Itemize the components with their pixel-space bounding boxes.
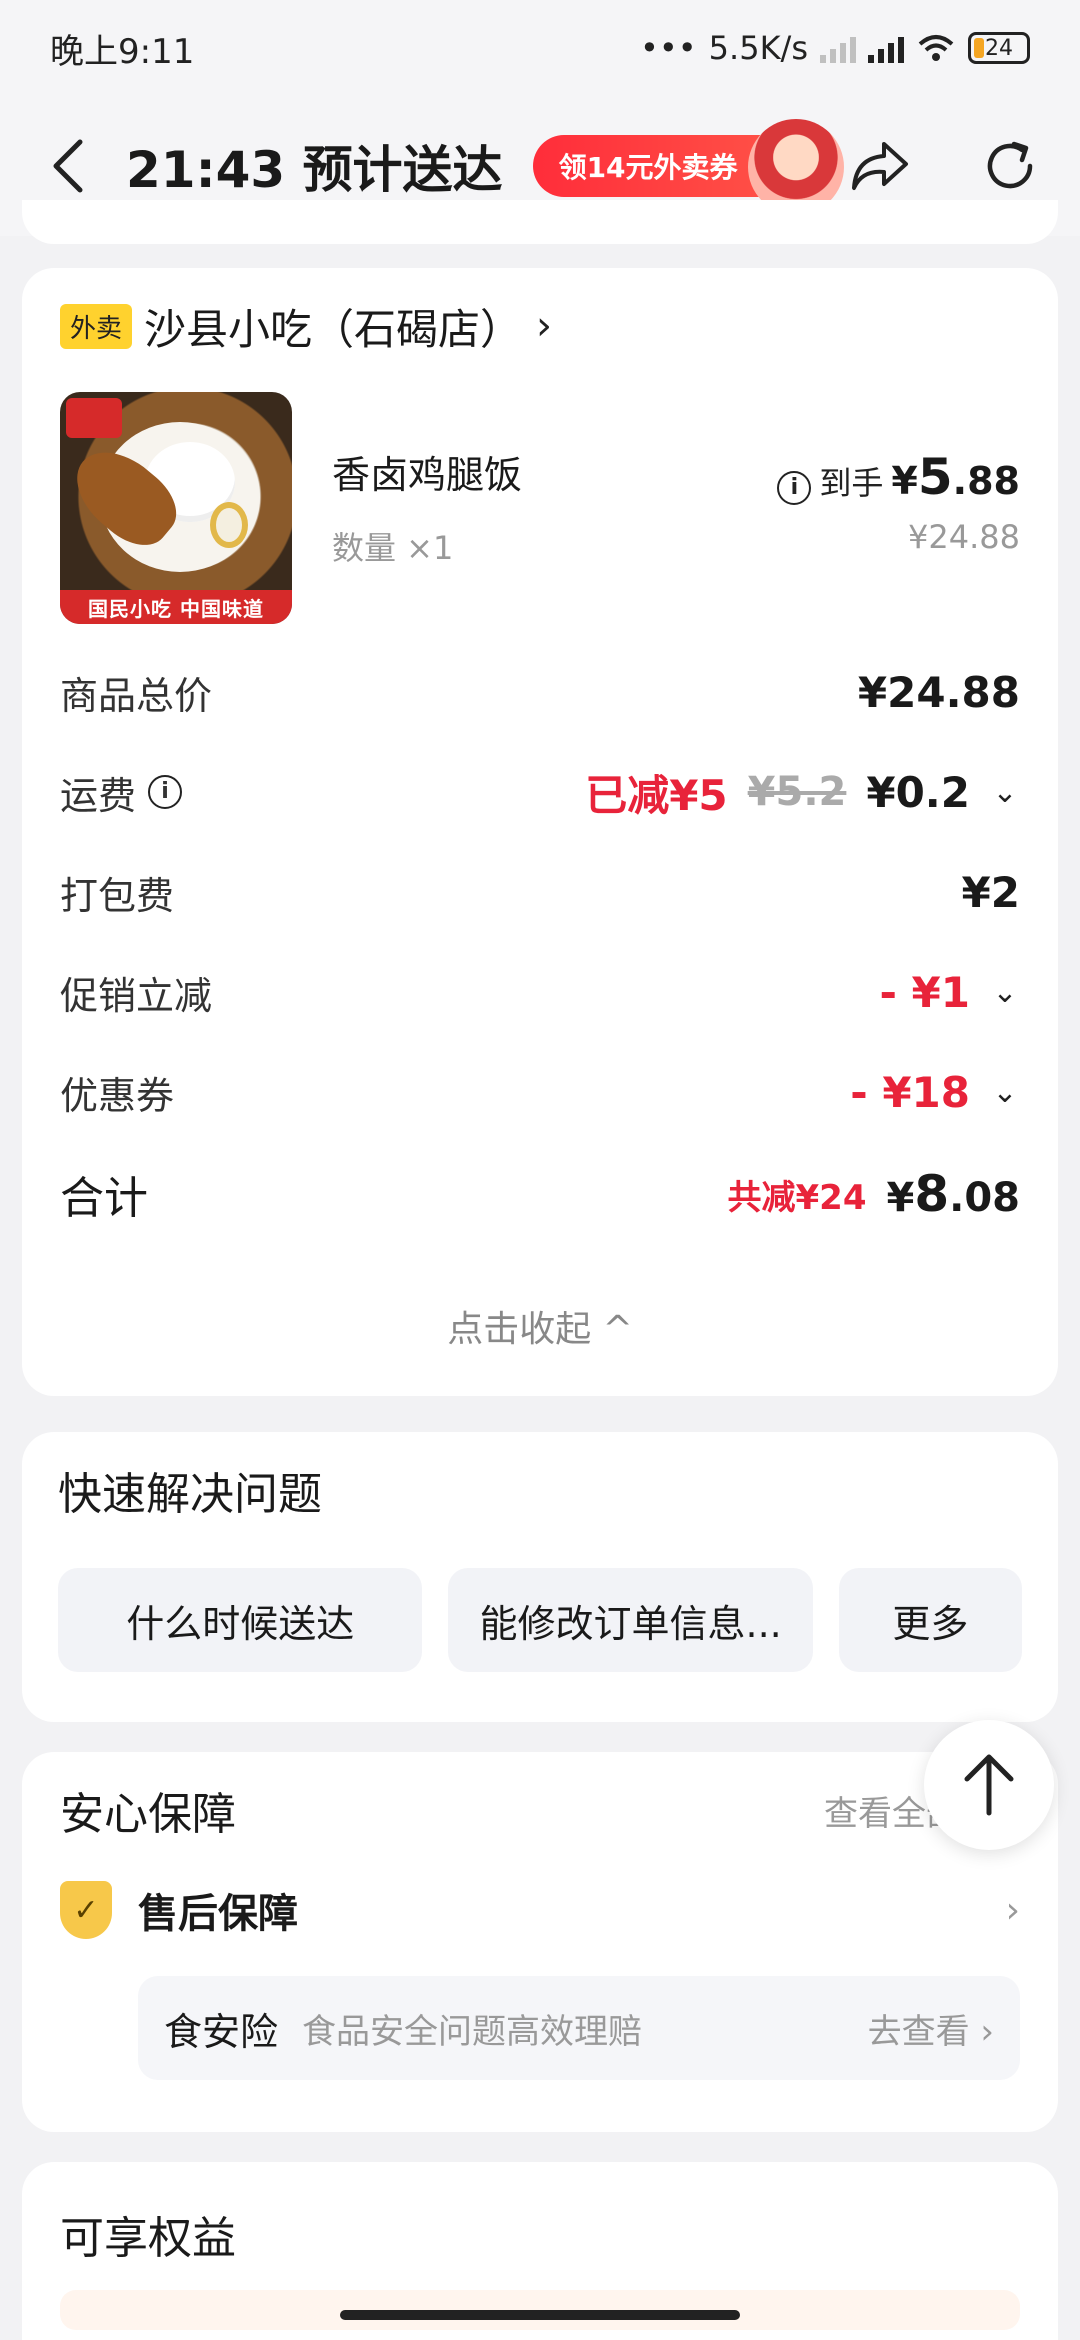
quick-solve-buttons: 什么时候送达 能修改订单信息... 更多 xyxy=(58,1568,1023,1672)
promo-value-group: - ¥1 ⌄ xyxy=(879,968,1020,1017)
guarantee-header: 安心保障 查看全部 xyxy=(60,1778,1020,1842)
guarantee-title: 安心保障 xyxy=(60,1789,236,1840)
previous-card-edge xyxy=(22,200,1058,244)
chevron-down-icon: ⌄ xyxy=(992,974,1018,1010)
insurance-desc: 食品安全问题高效理赔 xyxy=(302,2011,643,2052)
signal-icon-dim xyxy=(820,33,856,63)
insurance-go-link: 去查看 › xyxy=(867,2011,994,2052)
share-icon xyxy=(852,142,908,190)
quick-solve-card: 快速解决问题 什么时候送达 能修改订单信息... 更多 xyxy=(22,1432,1058,1722)
signal-icon xyxy=(868,33,904,63)
delivery-fee-label-group: 运费 i xyxy=(60,765,183,820)
total-value-group: 共减¥24 ¥8.08 xyxy=(728,1165,1020,1223)
info-icon[interactable]: i xyxy=(777,471,812,505)
food-image: 国民小吃 中国味道 xyxy=(60,392,292,624)
coupon-label: 领14元外卖券 xyxy=(558,151,738,184)
coupon-banner-button[interactable]: 领14元外卖券 xyxy=(532,119,844,215)
promo-row[interactable]: 促销立减 - ¥1 ⌄ xyxy=(60,942,1020,1042)
insurance-name: 食安险 xyxy=(164,2009,279,2054)
nav-actions xyxy=(850,136,1040,196)
home-indicator[interactable] xyxy=(340,2310,740,2320)
refresh-icon xyxy=(987,141,1033,189)
item-name: 香卤鸡腿饭 xyxy=(332,453,523,497)
status-bar: 晚上9:11 ••• 5.5K/s 24 xyxy=(0,0,1080,96)
delivery-final: ¥0.2 xyxy=(866,767,970,817)
shop-name: 沙县小吃（石碣店） xyxy=(144,304,523,354)
packing-fee-value: ¥2 xyxy=(961,867,1020,917)
item-price: i 到手 ¥5.88 ¥24.88 xyxy=(777,392,1020,556)
refresh-button[interactable] xyxy=(980,136,1040,196)
more-dots-icon: ••• xyxy=(640,29,697,67)
collapse-button[interactable]: 点击收起 ^ xyxy=(60,1300,1020,1352)
packing-fee-label: 打包费 xyxy=(60,873,175,918)
goods-total-value: ¥24.88 xyxy=(857,667,1020,717)
brand-logo-icon xyxy=(66,398,122,438)
shield-check-icon: ✓ xyxy=(60,1881,112,1939)
promo-value: - ¥1 xyxy=(879,967,970,1017)
promo-label: 促销立减 xyxy=(60,973,213,1018)
order-item[interactable]: 国民小吃 中国味道 香卤鸡腿饭 数量 ×1 i 到手 ¥5.88 ¥24.88 xyxy=(60,392,1020,642)
delivery-fee-value: 已减¥5 ¥5.2 ¥0.2 ⌄ xyxy=(585,762,1020,823)
total-row: 合计 共减¥24 ¥8.08 xyxy=(60,1142,1020,1246)
modify-order-button[interactable]: 能修改订单信息... xyxy=(448,1568,813,1672)
delivery-fee-row[interactable]: 运费 i 已减¥5 ¥5.2 ¥0.2 ⌄ xyxy=(60,742,1020,842)
coupon-row[interactable]: 优惠券 - ¥18 ⌄ xyxy=(60,1042,1020,1142)
coupon-label: 优惠券 xyxy=(60,1073,175,1118)
delivery-eta-title: 21:43 预计送达 xyxy=(126,141,503,199)
total-label: 合计 xyxy=(60,1173,148,1224)
status-icons: ••• 5.5K/s 24 xyxy=(640,29,1030,67)
chevron-right-icon: › xyxy=(1005,1889,1020,1931)
food-safety-insurance[interactable]: 食安险 食品安全问题高效理赔 去查看 › xyxy=(138,1976,1020,2080)
coupon-value: - ¥18 xyxy=(850,1067,970,1117)
scroll-to-top-button[interactable] xyxy=(924,1720,1054,1850)
arrow-up-icon xyxy=(964,1754,1014,1816)
delivery-reduced: 已减¥5 xyxy=(585,770,728,820)
wifi-icon xyxy=(918,35,954,61)
after-sale-label: 售后保障 xyxy=(138,1891,298,1937)
food-image-strip: 国民小吃 中国味道 xyxy=(60,590,292,624)
original-price: ¥24.88 xyxy=(908,518,1020,556)
delivery-fee-label: 运费 xyxy=(60,773,137,818)
after-sale-row[interactable]: ✓ 售后保障 › xyxy=(60,1880,1020,1940)
share-button[interactable] xyxy=(850,136,910,196)
more-button[interactable]: 更多 xyxy=(838,1568,1023,1672)
goods-total-row: 商品总价 ¥24.88 xyxy=(60,642,1020,742)
hand-price-label: 到手 xyxy=(819,464,884,502)
total-value: ¥8.08 xyxy=(886,1165,1021,1223)
chevron-left-icon xyxy=(53,139,83,193)
network-speed: 5.5K/s xyxy=(708,29,808,67)
when-delivered-button[interactable]: 什么时候送达 xyxy=(58,1568,423,1672)
guarantee-card: 安心保障 查看全部 ✓ 售后保障 › 食安险 食品安全问题高效理赔 去查看 › xyxy=(22,1752,1058,2132)
delivery-original: ¥5.2 xyxy=(747,769,847,815)
chevron-right-icon: › xyxy=(536,303,553,349)
takeout-tag: 外卖 xyxy=(60,303,133,349)
item-quantity: 数量 ×1 xyxy=(332,529,454,567)
packing-fee-row: 打包费 ¥2 xyxy=(60,842,1020,942)
shop-row[interactable]: 外卖 沙县小吃（石碣店） › xyxy=(60,268,1020,384)
goods-total-label: 商品总价 xyxy=(60,673,213,718)
total-saved: 共减¥24 xyxy=(727,1177,867,1218)
chevron-down-icon: ⌄ xyxy=(992,1074,1018,1110)
chevron-down-icon: ⌄ xyxy=(992,774,1018,810)
hand-price: ¥5.88 xyxy=(891,448,1020,506)
coupon-value-group: - ¥18 ⌄ xyxy=(850,1068,1020,1117)
back-button[interactable] xyxy=(40,126,96,206)
benefits-title: 可享权益 xyxy=(60,2213,236,2264)
battery-icon: 24 xyxy=(968,32,1030,64)
item-info: 香卤鸡腿饭 数量 ×1 xyxy=(332,392,777,569)
order-detail-card: 外卖 沙县小吃（石碣店） › 国民小吃 中国味道 香卤鸡腿饭 数量 ×1 i 到… xyxy=(22,268,1058,1396)
quick-solve-title: 快速解决问题 xyxy=(58,1469,322,1520)
status-time: 晚上9:11 xyxy=(50,31,195,72)
info-icon[interactable]: i xyxy=(148,775,183,809)
